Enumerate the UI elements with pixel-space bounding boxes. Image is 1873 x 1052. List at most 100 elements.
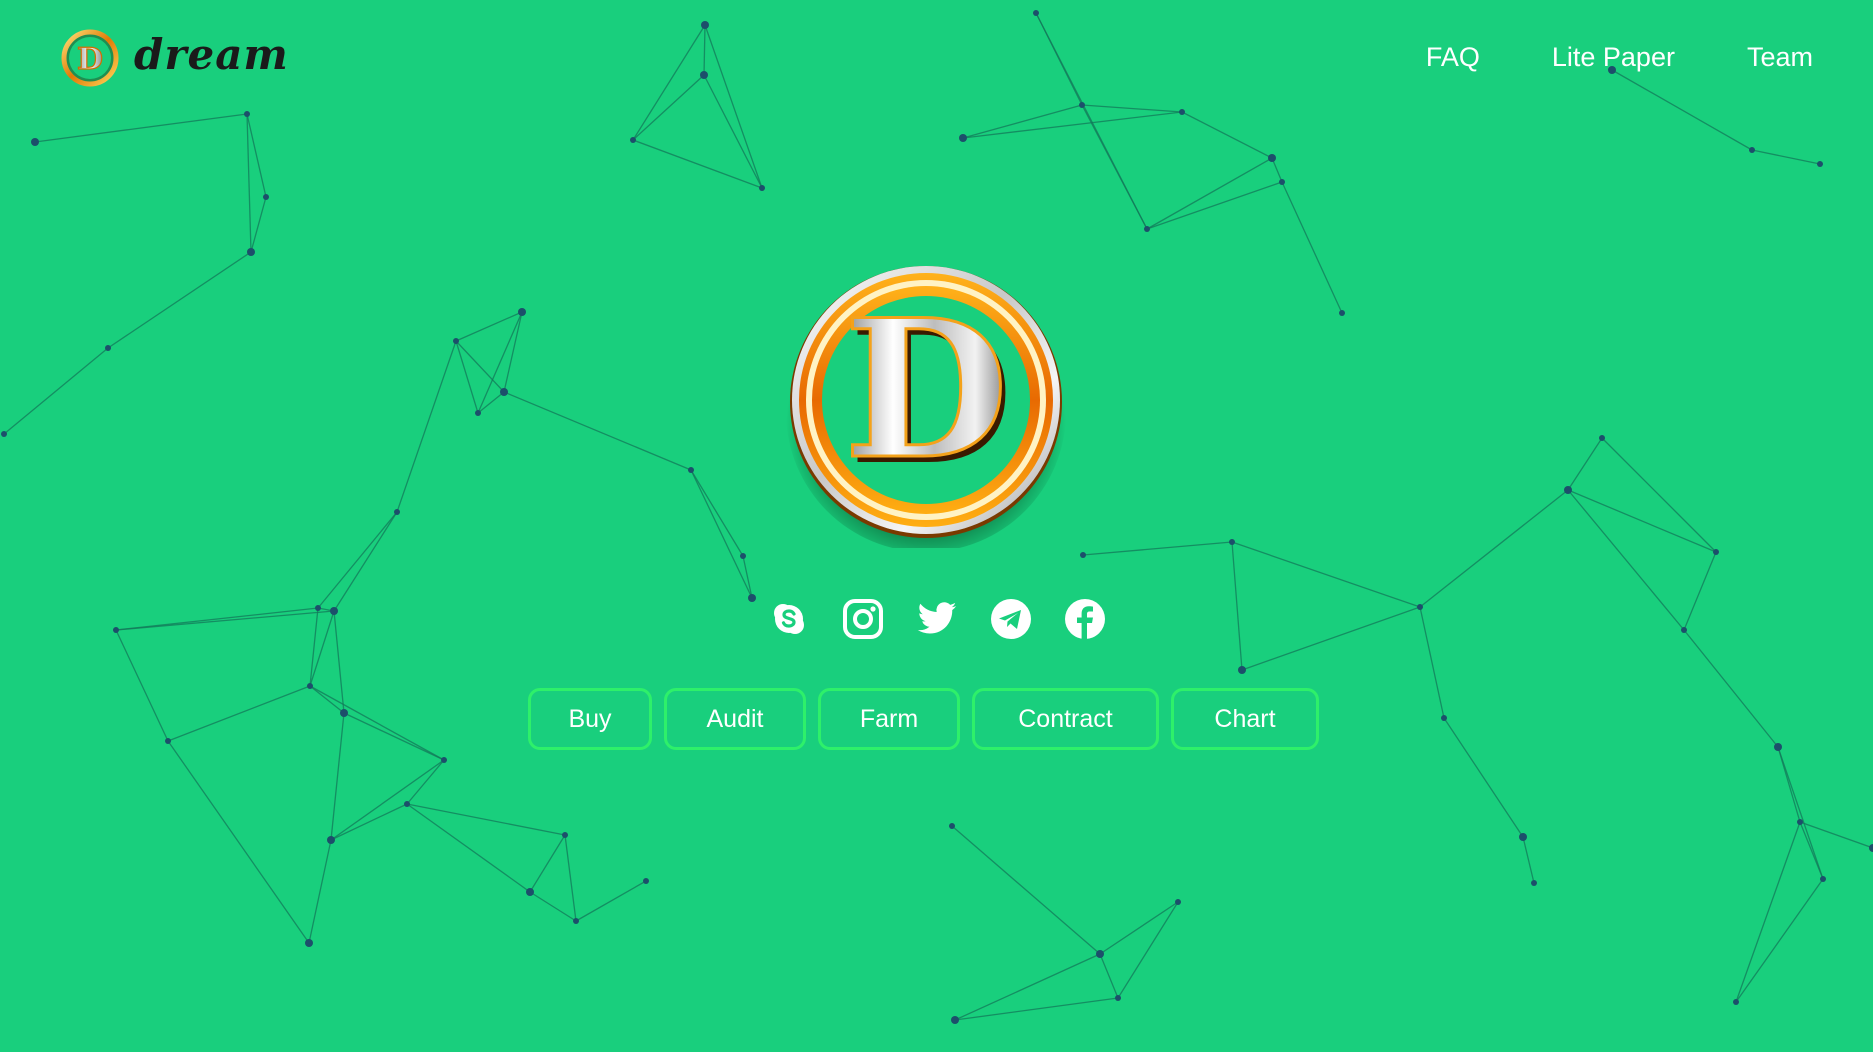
network-node <box>688 467 694 473</box>
network-line <box>1117 901 1179 999</box>
network-line <box>343 712 445 761</box>
network-line <box>246 113 252 253</box>
network-node <box>1519 833 1527 841</box>
nav-faq[interactable]: FAQ <box>1426 42 1480 73</box>
network-line <box>564 834 577 922</box>
network-line <box>1567 437 1603 491</box>
brand-name: dream <box>134 29 289 79</box>
network-line <box>1601 437 1717 553</box>
network-line <box>1035 12 1148 230</box>
chart-button[interactable]: Chart <box>1171 688 1319 750</box>
network-node <box>1144 226 1150 232</box>
network-line <box>704 24 763 189</box>
network-line <box>529 834 566 893</box>
network-node <box>701 21 709 29</box>
network-node <box>573 918 579 924</box>
network-node <box>643 878 649 884</box>
network-node <box>327 836 335 844</box>
audit-button[interactable]: Audit <box>664 688 806 750</box>
network-line <box>1082 541 1233 556</box>
network-line <box>575 880 647 922</box>
network-line <box>1146 181 1283 230</box>
network-line <box>1099 953 1119 999</box>
main-nav: FAQ Lite Paper Team <box>1426 42 1813 73</box>
network-line <box>396 340 457 513</box>
network-line <box>1799 821 1824 880</box>
network-line <box>1735 821 1801 1003</box>
network-line <box>107 251 252 349</box>
network-line <box>1181 111 1273 159</box>
network-node <box>1599 435 1605 441</box>
network-node <box>305 939 313 947</box>
hero-logo: D D <box>786 266 1066 548</box>
network-line <box>115 629 169 742</box>
skype-icon[interactable] <box>766 596 812 642</box>
instagram-icon[interactable] <box>840 596 886 642</box>
svg-text:D: D <box>77 42 103 77</box>
nav-lite-paper[interactable]: Lite Paper <box>1552 42 1675 73</box>
network-node <box>31 138 39 146</box>
network-node <box>307 683 313 689</box>
network-node <box>1713 549 1719 555</box>
network-node <box>1 431 7 437</box>
network-node <box>247 248 255 256</box>
network-node <box>453 338 459 344</box>
network-line <box>703 24 706 76</box>
network-line <box>503 311 523 393</box>
farm-button[interactable]: Farm <box>818 688 960 750</box>
facebook-icon[interactable] <box>1062 596 1108 642</box>
network-node <box>340 709 348 717</box>
network-line <box>503 391 692 471</box>
network-node <box>500 388 508 396</box>
twitter-icon[interactable] <box>914 596 960 642</box>
contract-button[interactable]: Contract <box>972 688 1159 750</box>
network-line <box>962 111 1183 139</box>
network-node <box>1774 743 1782 751</box>
network-line <box>632 24 706 141</box>
network-line <box>167 740 310 944</box>
network-node <box>949 823 955 829</box>
network-node <box>244 111 250 117</box>
network-line <box>309 685 345 714</box>
network-line <box>250 196 267 253</box>
network-node <box>518 308 526 316</box>
network-node <box>630 137 636 143</box>
network-line <box>1611 69 1753 151</box>
brand-logo-icon: D <box>61 29 119 87</box>
nav-team[interactable]: Team <box>1747 42 1813 73</box>
network-line <box>1735 878 1824 1003</box>
buy-button[interactable]: Buy <box>528 688 652 750</box>
network-node <box>263 194 269 200</box>
network-line <box>477 311 523 414</box>
network-node <box>105 345 111 351</box>
network-node <box>165 738 171 744</box>
network-line <box>1777 746 1801 823</box>
network-line <box>690 469 753 599</box>
network-node <box>1179 109 1185 115</box>
network-node <box>1797 819 1803 825</box>
telegram-icon[interactable] <box>988 596 1034 642</box>
network-node <box>1096 950 1104 958</box>
network-node <box>1175 899 1181 905</box>
network-line <box>167 685 311 742</box>
network-node <box>526 888 534 896</box>
header-brand[interactable]: D dream <box>60 28 289 88</box>
network-node <box>1531 880 1537 886</box>
network-line <box>703 74 763 189</box>
network-node <box>700 71 708 79</box>
network-line <box>951 825 1101 955</box>
network-line <box>742 555 753 599</box>
network-node <box>759 185 765 191</box>
network-line <box>1419 489 1569 608</box>
network-node <box>1033 10 1039 16</box>
network-node <box>394 509 400 515</box>
network-node <box>1268 154 1276 162</box>
network-node <box>1279 179 1285 185</box>
network-line <box>1522 836 1535 884</box>
network-line <box>1081 104 1183 113</box>
network-node <box>1339 310 1345 316</box>
network-line <box>529 891 577 922</box>
network-line <box>330 803 408 841</box>
network-node <box>1115 995 1121 1001</box>
network-line <box>1751 149 1821 165</box>
